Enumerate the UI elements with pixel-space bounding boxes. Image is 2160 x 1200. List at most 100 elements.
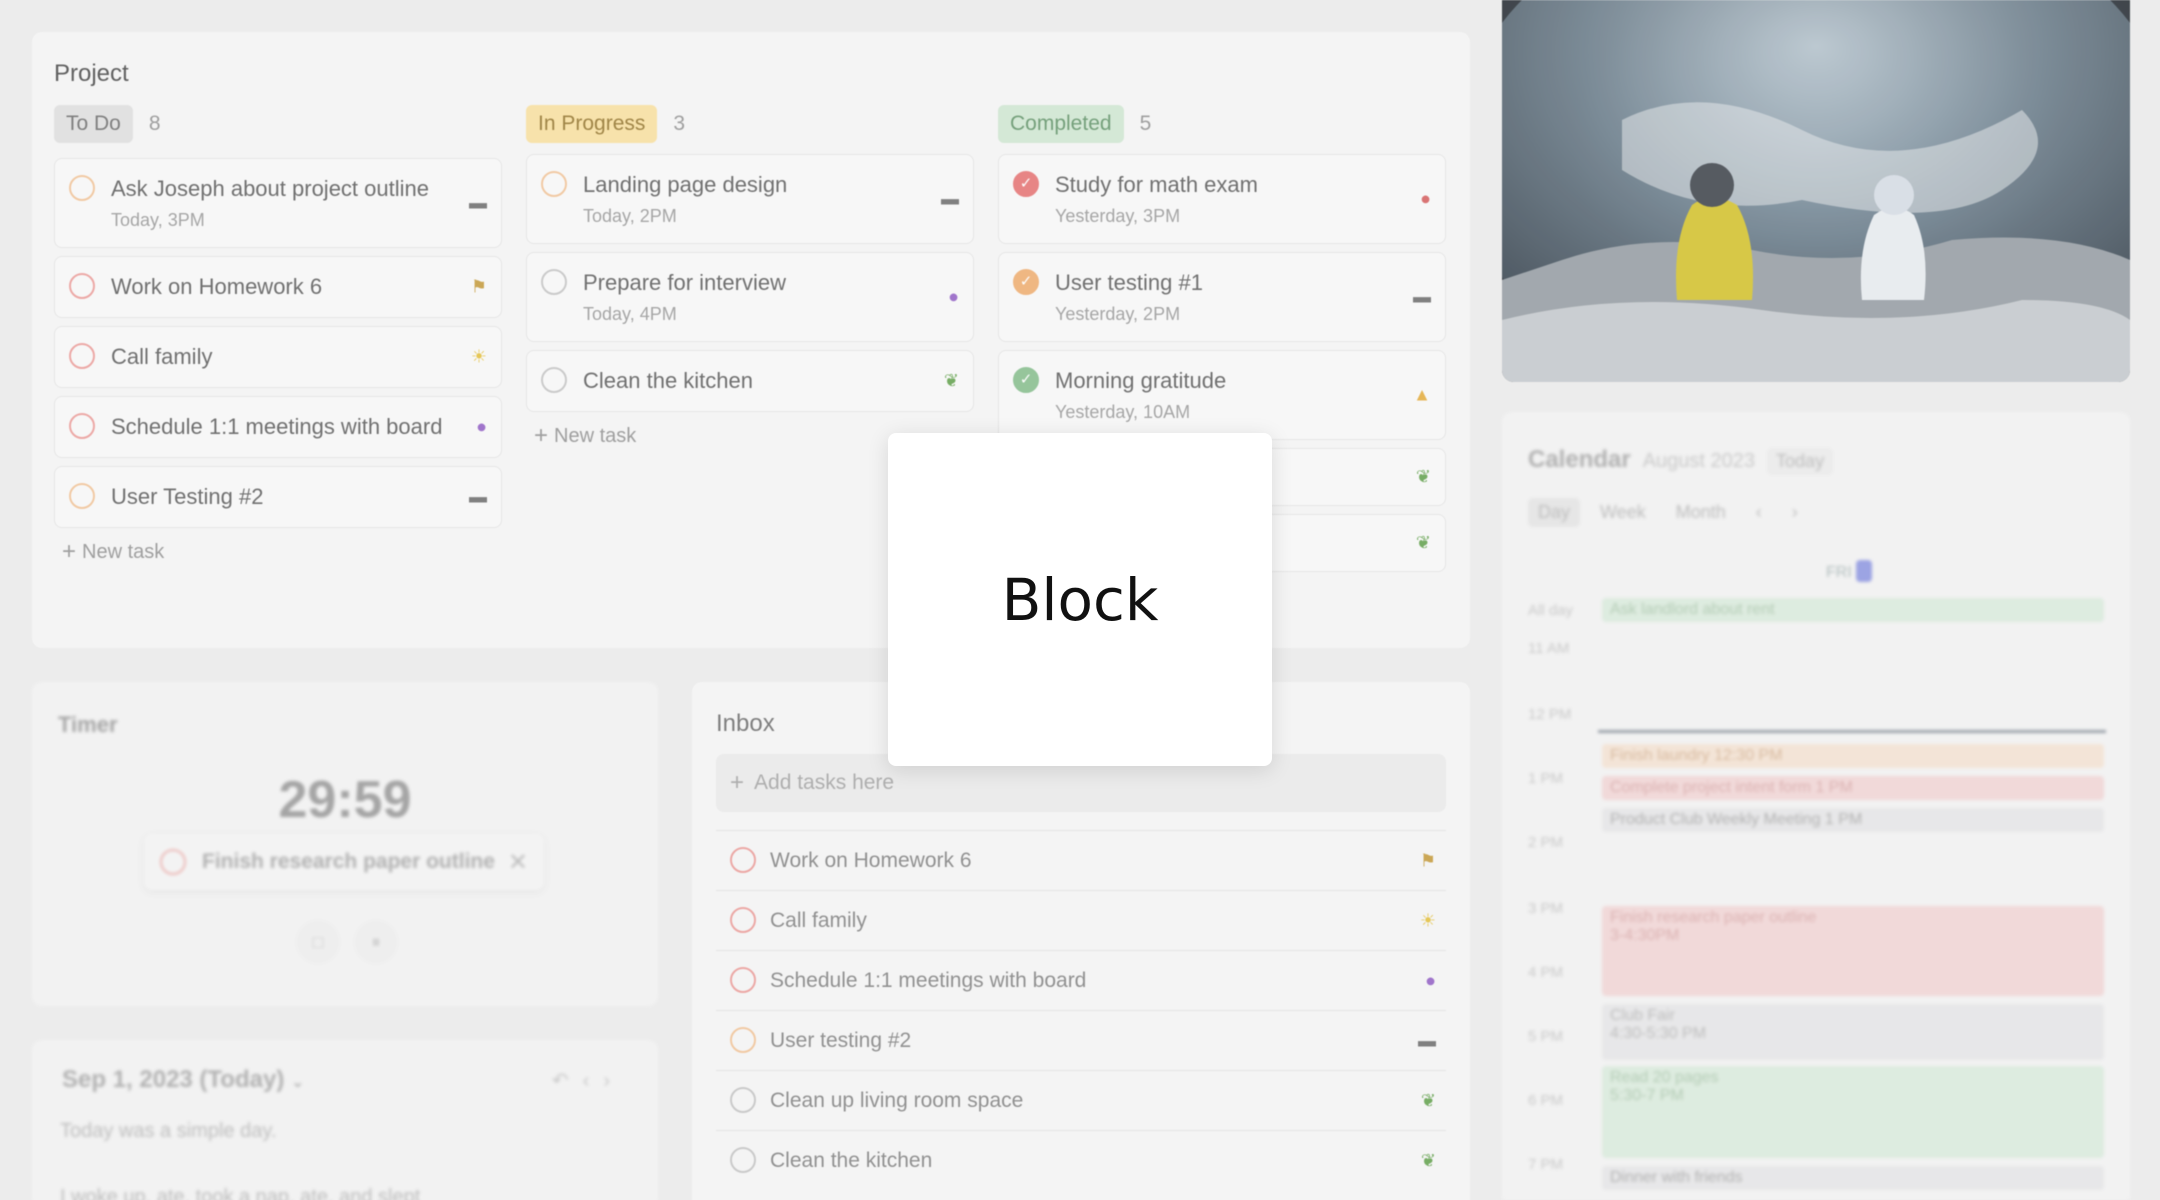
task-card[interactable]: Ask Joseph about project outline Today, … [54, 158, 502, 248]
calendar-month: August 2023 [1642, 450, 1756, 472]
stop-icon[interactable]: □ [296, 920, 340, 964]
undo-icon[interactable]: ↶ [552, 1070, 583, 1092]
task-card[interactable]: Clean the kitchen ❦ [526, 350, 974, 412]
list-item[interactable]: Call family ☀ [716, 890, 1446, 950]
task-card[interactable]: Landing page design Today, 2PM ▬ [526, 154, 974, 244]
list-item[interactable]: Clean the kitchen ❦ [716, 1130, 1446, 1190]
journal-text[interactable]: Today was a simple day. [60, 1120, 276, 1143]
task-card[interactable]: ✓ Study for math exam Yesterday, 3PM ● [998, 154, 1446, 244]
task-card[interactable]: ✓ User testing #1 Yesterday, 2PM ▬ [998, 252, 1446, 342]
sun-icon: ☀ [470, 346, 487, 367]
task-card[interactable]: Call family ☀ [54, 326, 502, 388]
task-checkbox[interactable] [730, 1147, 756, 1173]
task-checkbox[interactable] [69, 273, 95, 299]
journal-nav: ↶‹› [552, 1068, 624, 1093]
calendar-day-header: FRI [1826, 560, 1872, 582]
timer-task-title: Finish research paper outline [202, 850, 495, 873]
calendar-event[interactable]: Dinner with friends [1602, 1166, 2104, 1190]
plus-icon: + [534, 422, 549, 449]
calendar-event[interactable]: Finish research paper outline 3-4:30PM [1602, 906, 2104, 996]
column-count: 8 [148, 112, 161, 135]
task-title: Schedule 1:1 meetings with board [111, 414, 443, 439]
laptop-icon: ▬ [941, 188, 959, 209]
list-item[interactable]: Clean up living room space ❦ [716, 1070, 1446, 1130]
day-badge [1855, 560, 1872, 582]
task-checkbox[interactable] [69, 413, 95, 439]
journal-date[interactable]: Sep 1, 2023 (Today) ⌄ [62, 1066, 304, 1094]
plant-icon: ❦ [1415, 532, 1431, 553]
pause-icon[interactable]: ⏸ [354, 920, 398, 964]
view-day-button[interactable]: Day [1528, 498, 1581, 527]
task-checkbox[interactable] [541, 171, 567, 197]
check-icon: ✓ [1019, 273, 1033, 290]
new-task-button[interactable]: + New task [62, 538, 502, 566]
list-item[interactable]: Work on Homework 6 ⚑ [716, 830, 1446, 890]
calendar-event[interactable]: Complete project intent form 1 PM [1602, 776, 2104, 800]
calendar-event[interactable]: Club Fair 4:30-5:30 PM [1602, 1004, 2104, 1060]
hour-label: 2 PM [1528, 834, 1564, 851]
plant-icon: ❦ [943, 370, 959, 391]
task-checkbox[interactable] [69, 175, 95, 201]
header-artwork [1502, 0, 2130, 382]
task-checkbox[interactable] [730, 907, 756, 933]
timer-task-chip[interactable]: Finish research paper outline ✕ [144, 834, 544, 890]
calendar-panel: Calendar August 2023 Today Day Week Mont… [1502, 412, 2130, 1200]
task-title: Clean up living room space [770, 1088, 1024, 1112]
check-icon: ✓ [1019, 175, 1033, 192]
column-label[interactable]: To Do [54, 105, 133, 143]
chevron-left-icon[interactable]: ‹ [583, 1070, 604, 1092]
chevron-left-icon[interactable]: ‹ [1746, 498, 1772, 527]
calendar-event[interactable]: Ask landlord about rent [1602, 598, 2104, 622]
task-checkbox[interactable] [541, 367, 567, 393]
laptop-icon: ▬ [469, 486, 487, 507]
task-due: Yesterday, 10AM [1055, 402, 1191, 422]
task-title: Landing page design [583, 172, 788, 197]
task-card[interactable]: ✓ Morning gratitude Yesterday, 10AM ▲ [998, 350, 1446, 440]
chevron-right-icon[interactable]: › [1782, 498, 1808, 527]
calendar-event[interactable]: Read 20 pages 5:30-7 PM [1602, 1066, 2104, 1158]
journal-text[interactable]: I woke up, ate, took a nap, ate, and sle… [60, 1186, 420, 1200]
task-checkbox[interactable] [541, 269, 567, 295]
task-checkbox[interactable] [730, 1087, 756, 1113]
task-checkbox[interactable] [730, 1027, 756, 1053]
task-checkbox[interactable] [730, 967, 756, 993]
plus-icon: + [62, 538, 77, 565]
block-modal[interactable]: Block [888, 433, 1272, 766]
task-checkbox-checked[interactable]: ✓ [1013, 367, 1039, 393]
column-count: 3 [673, 112, 686, 135]
hour-label: 3 PM [1528, 900, 1564, 917]
calendar-event[interactable]: Product Club Weekly Meeting 1 PM [1602, 808, 2104, 832]
task-checkbox[interactable] [69, 343, 95, 369]
task-title: Morning gratitude [1055, 368, 1227, 393]
view-week-button[interactable]: Week [1590, 498, 1656, 527]
column-label[interactable]: Completed [998, 105, 1124, 143]
task-card[interactable]: User Testing #2 ▬ [54, 466, 502, 528]
list-item[interactable]: User testing #2 ▬ [716, 1010, 1446, 1070]
hour-label: 1 PM [1528, 770, 1564, 787]
view-month-button[interactable]: Month [1666, 498, 1736, 527]
close-icon[interactable]: ✕ [508, 848, 528, 877]
task-card[interactable]: Schedule 1:1 meetings with board ● [54, 396, 502, 458]
task-checkbox[interactable] [69, 483, 95, 509]
timer-display: 29:59 [278, 771, 412, 829]
today-button[interactable]: Today [1767, 448, 1834, 475]
chevron-down-icon: ⌄ [290, 1074, 305, 1091]
task-checkbox[interactable] [160, 849, 186, 875]
calendar-event[interactable]: Finish laundry 12:30 PM [1602, 744, 2104, 768]
project-title: Project [54, 60, 129, 87]
check-icon: ✓ [1019, 371, 1033, 388]
pray-icon: ▲ [1413, 384, 1431, 405]
column-todo: To Do 8 Ask Joseph about project outline… [54, 104, 502, 566]
task-checkbox[interactable] [730, 847, 756, 873]
task-card[interactable]: Work on Homework 6 ⚑ [54, 256, 502, 318]
journal-panel: Sep 1, 2023 (Today) ⌄ ↶‹› Today was a si… [32, 1040, 658, 1200]
list-item[interactable]: Schedule 1:1 meetings with board ● [716, 950, 1446, 1010]
task-due: Today, 4PM [583, 304, 677, 324]
task-card[interactable]: Prepare for interview Today, 4PM ● [526, 252, 974, 342]
task-due: Yesterday, 3PM [1055, 206, 1181, 226]
task-checkbox-checked[interactable]: ✓ [1013, 171, 1039, 197]
chevron-right-icon[interactable]: › [603, 1070, 624, 1092]
column-label[interactable]: In Progress [526, 105, 658, 143]
plant-icon: ❦ [1420, 1150, 1436, 1170]
task-checkbox-checked[interactable]: ✓ [1013, 269, 1039, 295]
